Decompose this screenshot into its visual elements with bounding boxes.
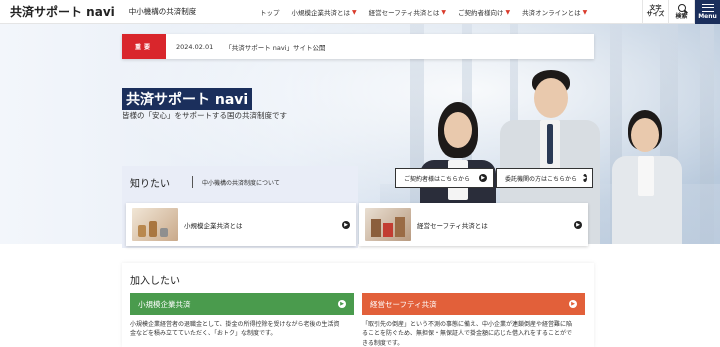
site-logo[interactable]: 共済サポート navi <box>10 3 115 20</box>
font-size-label-2: サイズ <box>646 11 665 18</box>
arrow-right-icon: ▶ <box>583 174 587 182</box>
global-nav: トップ 小規模企業共済とは ▼ 経営セーフティ共済とは ▼ ご契約者様向け ▼ 共済オ… <box>260 0 587 24</box>
notice-bar[interactable]: 重要 2024.02.01 「共済サポート navi」サイト公開 <box>122 34 594 59</box>
join-safety-button[interactable]: 経営セーフティ共済 ▶ <box>362 293 585 315</box>
card-label: 経営セーフティ共済とは <box>417 221 488 230</box>
join-title: 加入したい <box>130 276 180 287</box>
card-shokibo[interactable]: 小規模企業共済とは ▶ <box>126 203 356 246</box>
notice-badge: 重要 <box>122 34 166 59</box>
nav-item-shokibo[interactable]: 小規模企業共済とは ▼ <box>291 7 357 18</box>
description-line: きる制度です。 <box>362 339 404 347</box>
arrow-right-icon: ▶ <box>569 300 577 308</box>
chevron-down-icon: ▼ <box>582 8 588 16</box>
nav-item-label: ご契約者様向け <box>457 9 504 17</box>
hero-person-woman-right <box>612 110 692 244</box>
nav-item-label: トップ <box>260 9 280 17</box>
font-size-button[interactable]: 文字 サイズ <box>642 0 668 24</box>
arrow-right-icon: ▶ <box>479 174 487 182</box>
nav-item-online[interactable]: 共済オンラインとは ▼ <box>522 7 588 18</box>
site-header: 共済サポート navi 中小機構の共済制度 トップ 小規模企業共済とは ▼ 経営セ… <box>0 0 720 24</box>
chevron-down-icon: ▼ <box>352 8 357 16</box>
hero-subtitle: 皆様の「安心」をサポートする国の共済制度です <box>122 111 287 120</box>
agencies-button-label: 委託機関の方はこちらから <box>505 175 578 183</box>
join-shokibo-description: 小規模企業経営者の退職金として、掛金の所得控除を受けながら老後の生活資 金などを… <box>130 320 358 339</box>
menu-button[interactable]: Menu <box>694 0 720 24</box>
description-line: ることを防ぐため、無担保・無保証人で掛金額に応じた借入れをすることがで <box>362 330 573 338</box>
nav-item-label: 小規模企業共済とは <box>291 9 351 17</box>
notice-date: 2024.02.01 <box>176 42 214 51</box>
nav-item-safety[interactable]: 経営セーフティ共済とは ▼ <box>368 7 446 18</box>
join-shokibo-label: 小規模企業共済 <box>138 299 191 309</box>
nav-item-top[interactable]: トップ <box>260 7 280 17</box>
know-description: 中小機構の共済制度について <box>202 180 280 187</box>
join-section: 加入したい 小規模企業共済 ▶ 小規模企業経営者の退職金として、掛金の所得控除を… <box>122 263 594 347</box>
join-safety-label: 経営セーフティ共済 <box>370 299 437 309</box>
chevron-down-icon: ▼ <box>441 8 446 16</box>
description-line: 小規模企業経営者の退職金として、掛金の所得控除を受けながら老後の生活資 <box>130 321 340 328</box>
arrow-right-icon: ▶ <box>574 220 582 229</box>
coins-thumbnail <box>132 208 178 241</box>
join-shokibo-button[interactable]: 小規模企業共済 ▶ <box>130 293 354 315</box>
contractors-button-label: ご契約者様はこちらから <box>404 175 471 183</box>
description-line: 「取引先の倒産」という不測の事態に備え、中小企業が連鎖倒産や経営難に陥 <box>362 321 573 328</box>
card-label: 小規模企業共済とは <box>184 221 243 230</box>
site-subtitle: 中小機構の共済制度 <box>128 7 197 16</box>
menu-label: Menu <box>698 12 717 20</box>
nav-item-label: 共済オンラインとは <box>522 9 581 17</box>
arrow-right-icon: ▶ <box>338 300 346 308</box>
join-safety-description: 「取引先の倒産」という不測の事態に備え、中小企業が連鎖倒産や経営難に陥 ることを… <box>362 320 588 347</box>
hero-title: 共済サポート navi <box>122 88 253 110</box>
notice-link[interactable]: 「共済サポート navi」サイト公開 <box>225 42 325 52</box>
nav-item-contractors[interactable]: ご契約者様向け ▼ <box>457 7 511 18</box>
search-icon <box>677 3 686 12</box>
chevron-down-icon: ▼ <box>505 8 511 16</box>
nav-item-label: 経営セーフティ共済とは <box>368 9 440 17</box>
panel-divider <box>192 176 193 188</box>
search-button[interactable]: 検索 <box>668 0 694 24</box>
agencies-button[interactable]: 委託機関の方はこちらから ▶ <box>496 168 593 188</box>
card-safety[interactable]: 経営セーフティ共済とは ▶ <box>359 203 588 246</box>
arrow-right-icon: ▶ <box>342 220 350 229</box>
hamburger-icon <box>701 3 714 12</box>
search-label: 検索 <box>675 12 688 20</box>
know-title: 知りたい <box>130 179 170 190</box>
description-line: 金などを積み立てていただく、「おトク」な制度です。 <box>130 330 277 338</box>
contractors-button[interactable]: ご契約者様はこちらから ▶ <box>395 168 494 188</box>
blocks-thumbnail <box>365 208 411 241</box>
header-tools: 文字 サイズ 検索 Menu <box>642 0 720 24</box>
